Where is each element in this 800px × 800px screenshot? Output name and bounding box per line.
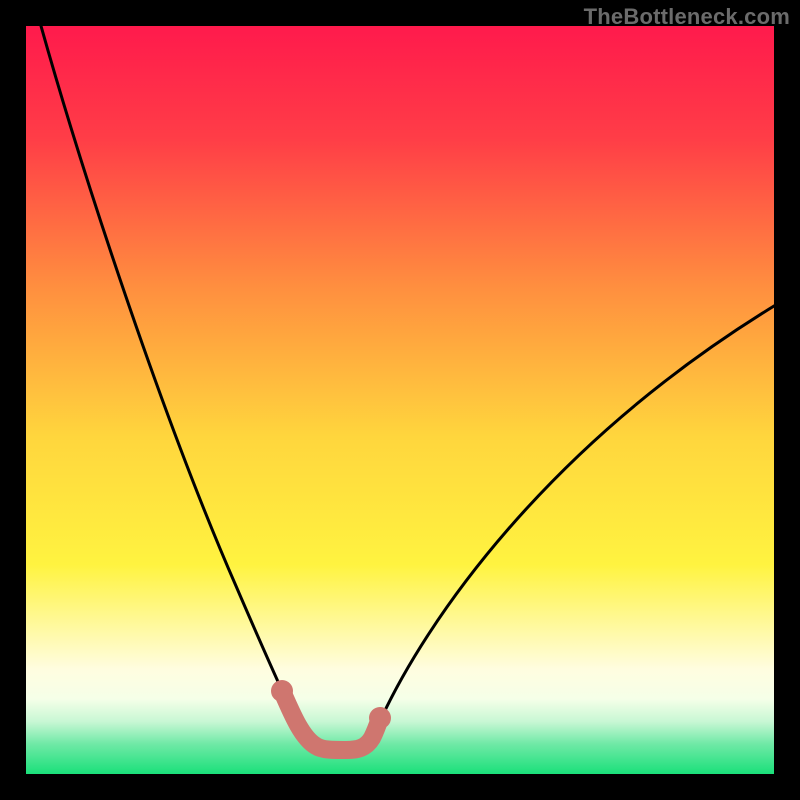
chart-plot-area (26, 26, 774, 774)
watermark-text: TheBottleneck.com (584, 4, 790, 30)
optimal-zone-start-dot (271, 680, 293, 702)
chart-svg (26, 26, 774, 774)
gradient-background (26, 26, 774, 774)
optimal-zone-end-dot (369, 707, 391, 729)
